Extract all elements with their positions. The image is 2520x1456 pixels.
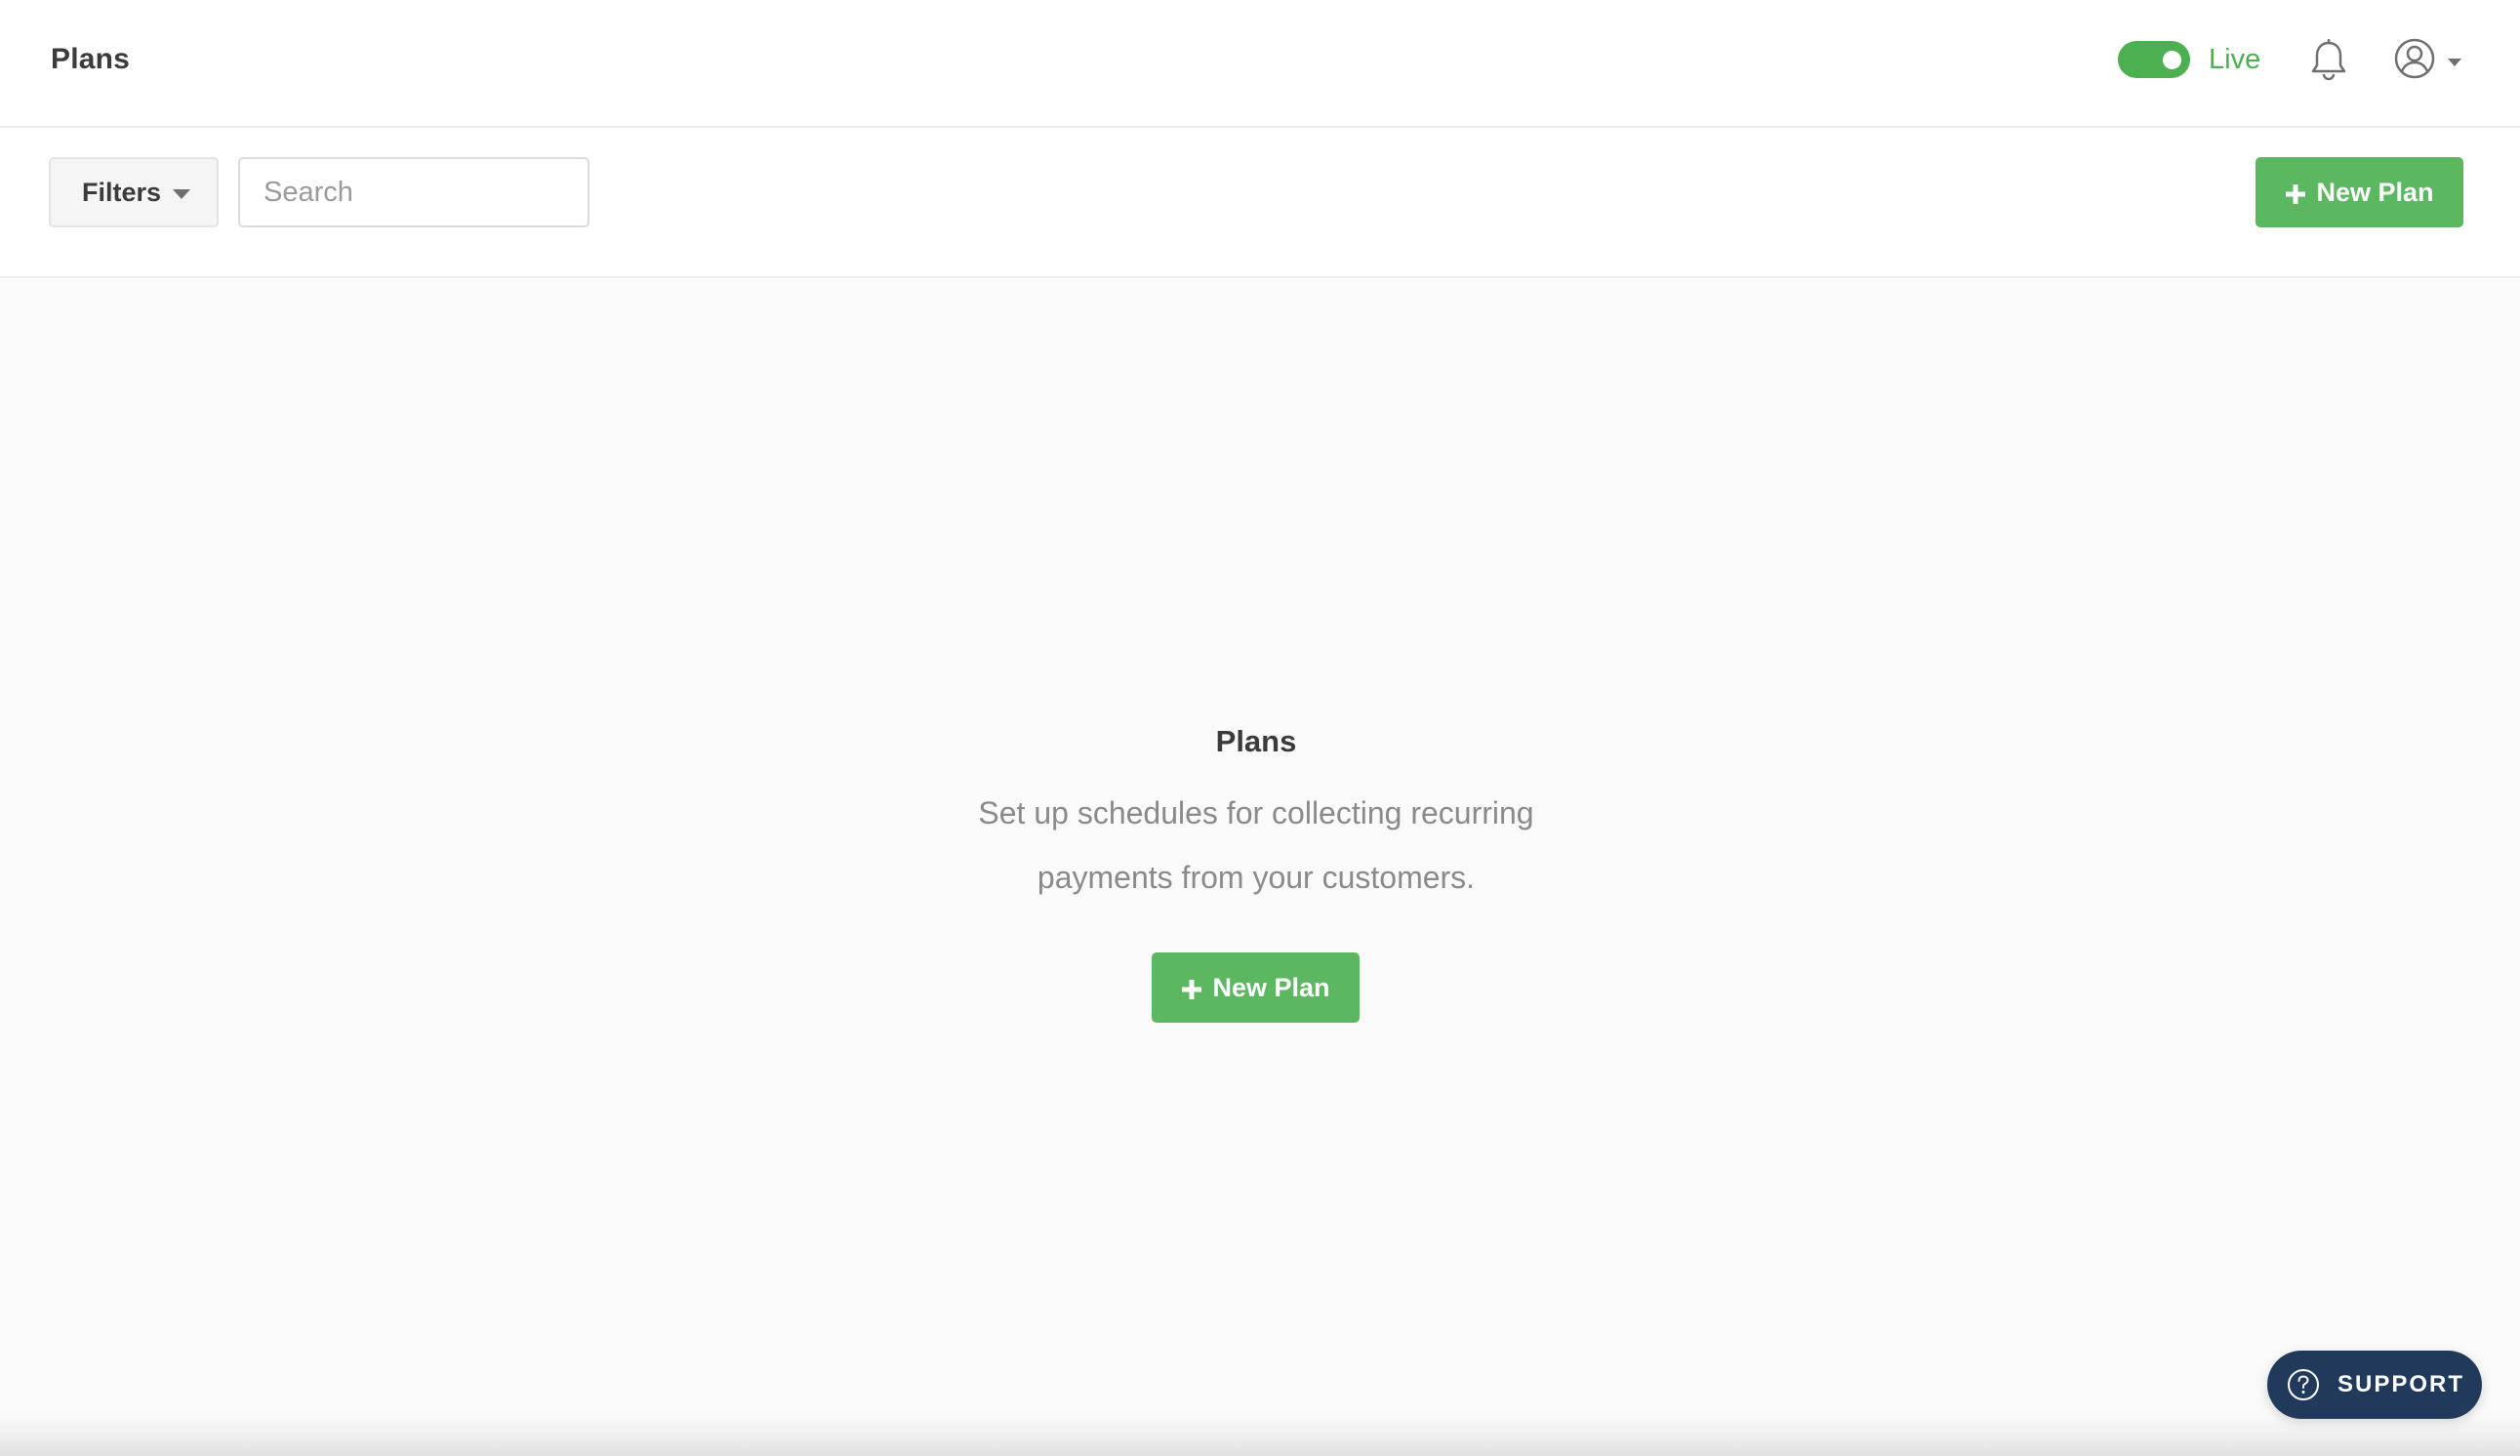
empty-state-description: Set up schedules for collecting recurrin… <box>978 795 1534 895</box>
plus-icon <box>2285 182 2306 204</box>
chevron-down-icon <box>2448 55 2461 66</box>
new-plan-label: New Plan <box>1212 972 1330 1002</box>
help-circle-icon <box>2287 1368 2320 1401</box>
page-title: Plans <box>51 43 131 75</box>
empty-state-title: Plans <box>1215 724 1297 758</box>
account-menu[interactable] <box>2393 37 2465 82</box>
toggle-knob <box>2163 51 2181 69</box>
new-plan-button-empty-state[interactable]: New Plan <box>1152 952 1360 1023</box>
bottom-edge-shadow <box>0 1417 2520 1456</box>
plans-page: Plans Live Filters Search New Plan Plans… <box>0 0 2520 1456</box>
live-mode-toggle[interactable] <box>2118 41 2190 78</box>
user-circle-icon <box>2393 37 2436 80</box>
new-plan-label: New Plan <box>2316 177 2434 207</box>
search-input[interactable] <box>238 157 589 227</box>
caret-down-icon <box>173 187 191 199</box>
empty-state: Plans Set up schedules for collecting re… <box>0 722 2512 910</box>
bell-icon[interactable] <box>2309 38 2348 82</box>
filters-dropdown-button[interactable]: Filters <box>49 157 219 227</box>
live-mode-label: Live <box>2209 44 2261 75</box>
plans-toolbar: Filters New Plan <box>0 128 2520 278</box>
support-button[interactable]: SUPPORT <box>2267 1351 2482 1419</box>
new-plan-button-header[interactable]: New Plan <box>2256 157 2463 227</box>
plus-icon <box>1181 977 1202 999</box>
filters-label: Filters <box>82 177 162 207</box>
support-label: SUPPORT <box>2337 1371 2465 1397</box>
top-header: Plans Live <box>0 0 2520 128</box>
